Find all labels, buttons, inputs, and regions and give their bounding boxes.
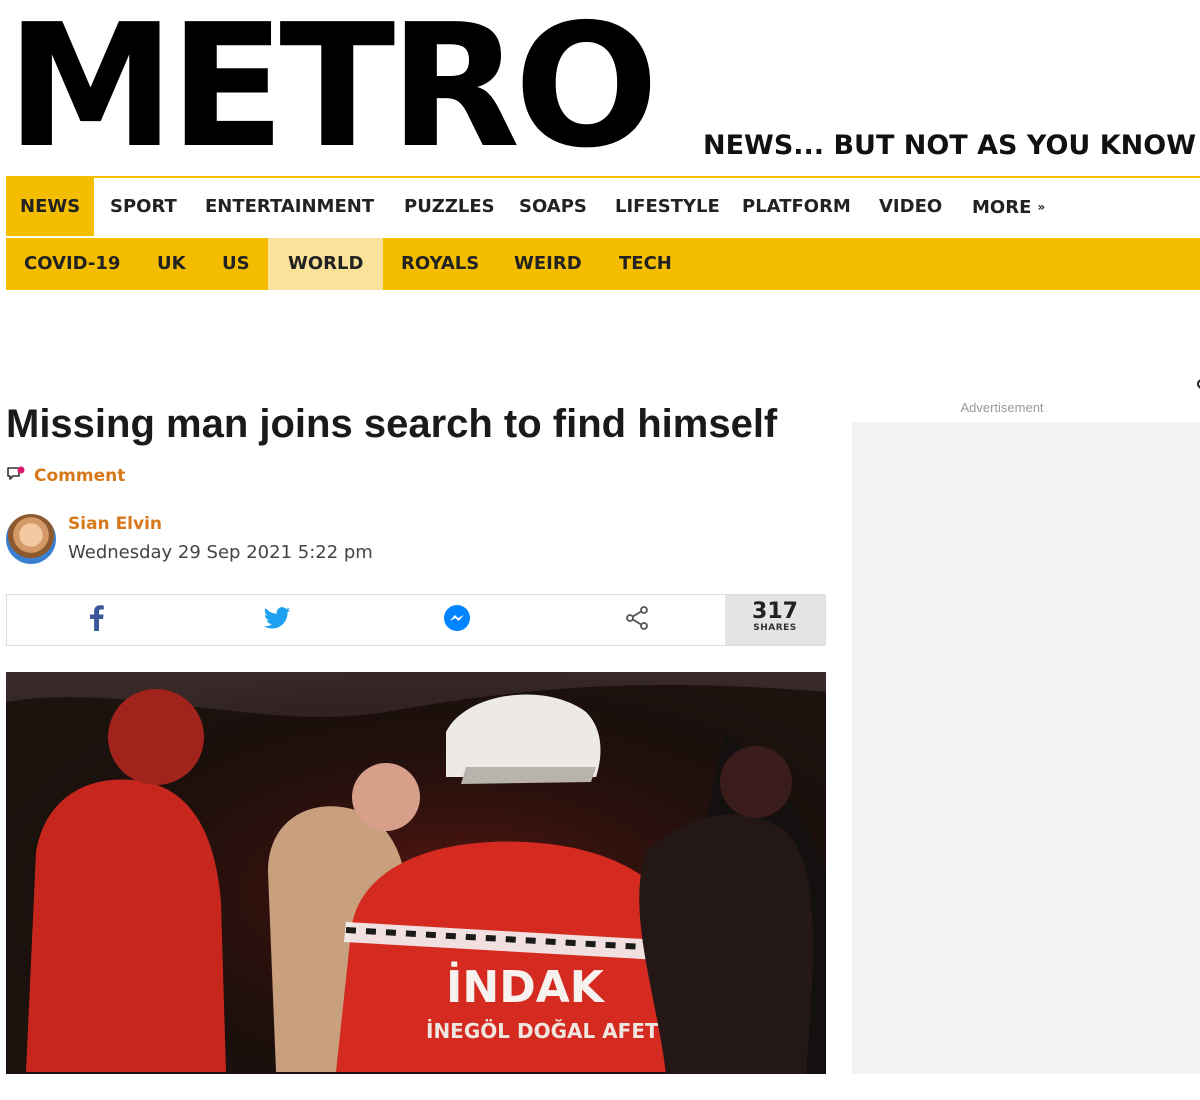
share-icon — [624, 605, 650, 636]
subnav-item-royals[interactable]: ROYALS — [401, 238, 479, 290]
jacket-text: İNDAK — [446, 960, 606, 1013]
share-bar: 317 SHARES — [6, 594, 826, 646]
masthead: METRO NEWS... BUT NOT AS YOU KNOW — [0, 0, 1200, 176]
subnav-item-world[interactable]: WORLD — [268, 238, 384, 290]
subnav-item-covid19[interactable]: COVID-19 — [24, 238, 120, 290]
facebook-icon — [90, 604, 104, 636]
primary-nav: NEWS SPORT ENTERTAINMENT PUZZLES SOAPS L… — [6, 176, 1200, 389]
article-headline: Missing man joins search to find himself — [6, 402, 778, 446]
messenger-icon — [443, 604, 471, 637]
byline: Sian Elvin Wednesday 29 Sep 2021 5:22 pm — [6, 512, 506, 568]
article-hero-image[interactable]: İNDAK İNEGÖL DOĞAL AFETLER — [6, 672, 826, 1074]
twitter-icon — [263, 606, 291, 634]
metro-logo[interactable]: METRO — [6, 2, 659, 172]
nav-item-more[interactable]: MORE » — [972, 178, 1045, 236]
advertisement-slot[interactable] — [852, 422, 1200, 1074]
subnav-item-us[interactable]: US — [222, 238, 250, 290]
share-generic-button[interactable] — [547, 595, 727, 645]
nav-item-video[interactable]: VIDEO — [879, 178, 942, 236]
author-avatar[interactable] — [6, 514, 56, 564]
secondary-nav: COVID-19 UK US WORLD ROYALS WEIRD TECH — [6, 238, 1200, 290]
share-facebook-button[interactable] — [7, 595, 187, 645]
comment-label: Comment — [34, 466, 126, 486]
nav-item-lifestyle[interactable]: LIFESTYLE — [615, 178, 720, 236]
subnav-item-tech[interactable]: TECH — [619, 238, 672, 290]
share-twitter-button[interactable] — [187, 595, 367, 645]
search-icon[interactable] — [1194, 378, 1200, 392]
share-messenger-button[interactable] — [367, 595, 547, 645]
comment-icon — [6, 466, 26, 487]
share-count: 317 SHARES — [725, 595, 825, 645]
subnav-item-weird[interactable]: WEIRD — [514, 238, 582, 290]
subnav-item-uk[interactable]: UK — [157, 238, 186, 290]
publish-date: Wednesday 29 Sep 2021 5:22 pm — [68, 542, 373, 563]
nav-item-platform[interactable]: PLATFORM — [742, 178, 851, 236]
tagline: NEWS... BUT NOT AS YOU KNOW — [703, 130, 1196, 161]
nav-item-soaps[interactable]: SOAPS — [519, 178, 587, 236]
comment-link[interactable]: Comment — [6, 464, 125, 488]
nav-item-puzzles[interactable]: PUZZLES — [404, 178, 495, 236]
advertisement-label: Advertisement — [960, 400, 1044, 415]
nav-item-news[interactable]: NEWS — [6, 178, 95, 236]
nav-item-sport[interactable]: SPORT — [110, 178, 177, 236]
chevron-double-down-icon: » — [1037, 200, 1046, 214]
nav-item-entertainment[interactable]: ENTERTAINMENT — [205, 178, 374, 236]
rescue-scene-illustration: İNDAK İNEGÖL DOĞAL AFETLER — [6, 672, 826, 1074]
share-count-label: SHARES — [753, 623, 797, 633]
share-count-number: 317 — [752, 599, 798, 624]
nav-item-more-label: MORE — [972, 197, 1032, 218]
author-name[interactable]: Sian Elvin — [68, 514, 162, 534]
